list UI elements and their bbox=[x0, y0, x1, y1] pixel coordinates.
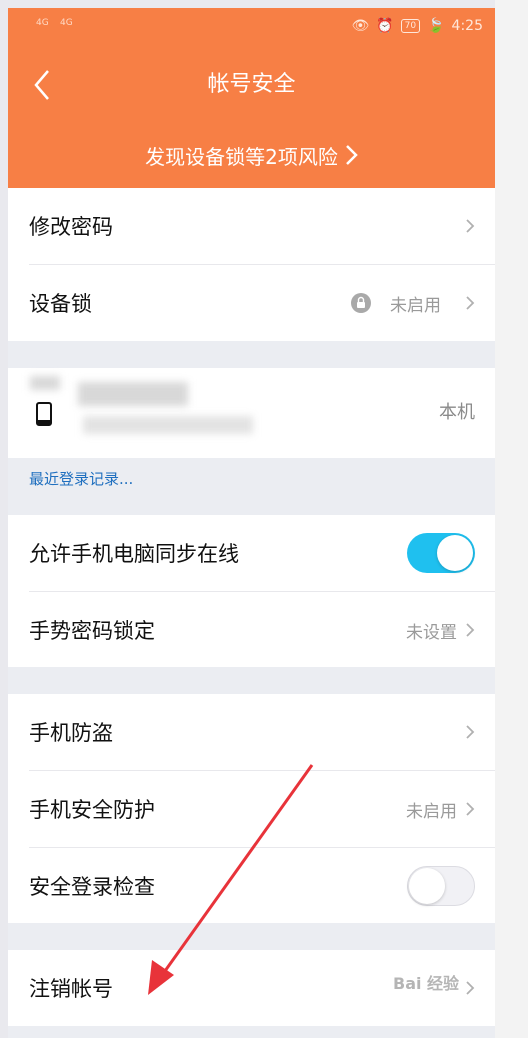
device-current-label: 本机 bbox=[439, 402, 475, 423]
chevron-right-icon bbox=[466, 296, 475, 310]
risk-banner[interactable]: 发现设备锁等2项风险 bbox=[8, 141, 495, 170]
blurred-device-name bbox=[78, 382, 188, 406]
leaf-icon: 🍃 bbox=[427, 18, 445, 34]
watermark: Bai 经验 bbox=[393, 974, 460, 993]
alarm-icon: ⏰ bbox=[376, 18, 394, 34]
risk-banner-label: 发现设备锁等2项风险 bbox=[145, 145, 338, 169]
row-label: 安全登录检查 bbox=[29, 875, 155, 899]
change-password-row[interactable]: 修改密码 bbox=[8, 188, 495, 264]
row-label: 手机防盗 bbox=[29, 721, 113, 745]
battery-icon: 70 bbox=[400, 19, 421, 33]
signal-icon-2: 4G bbox=[60, 18, 73, 28]
background-strip bbox=[495, 0, 528, 1038]
toggle-knob bbox=[409, 868, 445, 904]
device-lock-status: 未启用 bbox=[390, 295, 441, 316]
status-right: 👁 ⏰ 70 🍃 4:25 bbox=[351, 18, 483, 34]
row-label: 手势密码锁定 bbox=[29, 619, 155, 643]
chevron-right-icon bbox=[466, 219, 475, 233]
signal-icon: 4G bbox=[36, 18, 49, 28]
row-label: 允许手机电脑同步在线 bbox=[29, 542, 239, 566]
chevron-right-icon bbox=[345, 145, 358, 165]
chevron-right-icon bbox=[466, 981, 475, 995]
lock-icon bbox=[351, 293, 371, 313]
status-bar: 4G 4G 👁 ⏰ 70 🍃 4:25 bbox=[8, 8, 495, 48]
chevron-right-icon bbox=[466, 725, 475, 739]
gesture-lock-row[interactable]: 手势密码锁定 未设置 bbox=[8, 592, 495, 668]
header: 4G 4G 👁 ⏰ 70 🍃 4:25 帐号安全 发现设备锁等2项风险 bbox=[8, 8, 495, 188]
phone-screen: 4G 4G 👁 ⏰ 70 🍃 4:25 帐号安全 发现设备锁等2项风险 修改密码 bbox=[8, 8, 495, 1038]
toggle-knob bbox=[437, 535, 473, 571]
sync-online-toggle[interactable] bbox=[407, 533, 475, 573]
protection-section: 手机防盗 手机安全防护 未启用 安全登录检查 bbox=[8, 694, 495, 923]
recent-login-link[interactable]: 最近登录记录... bbox=[29, 468, 133, 489]
phone-icon bbox=[36, 402, 52, 426]
row-label: 手机安全防护 bbox=[29, 798, 155, 822]
page-title: 帐号安全 bbox=[207, 72, 296, 97]
row-label: 设备锁 bbox=[29, 292, 92, 316]
chevron-right-icon bbox=[466, 802, 475, 816]
device-section: 本机 bbox=[8, 368, 495, 458]
phone-protection-row[interactable]: 手机安全防护 未启用 bbox=[8, 771, 495, 847]
clock-time: 4:25 bbox=[451, 18, 483, 34]
row-label: 注销帐号 bbox=[29, 977, 113, 1001]
login-check-row: 安全登录检查 bbox=[8, 848, 495, 924]
device-lock-row[interactable]: 设备锁 未启用 bbox=[8, 265, 495, 341]
chevron-right-icon bbox=[466, 623, 475, 637]
login-check-toggle[interactable] bbox=[407, 866, 475, 906]
phone-protection-status: 未启用 bbox=[406, 801, 457, 822]
blurred-info bbox=[30, 376, 60, 390]
sync-online-row: 允许手机电脑同步在线 bbox=[8, 515, 495, 591]
eye-icon: 👁 bbox=[351, 18, 370, 34]
gesture-lock-status: 未设置 bbox=[406, 622, 457, 643]
sync-section: 允许手机电脑同步在线 手势密码锁定 未设置 bbox=[8, 515, 495, 667]
row-label: 修改密码 bbox=[29, 215, 113, 239]
security-section: 修改密码 设备锁 未启用 bbox=[8, 188, 495, 341]
anti-theft-row[interactable]: 手机防盗 bbox=[8, 694, 495, 770]
blurred-device-info bbox=[83, 416, 253, 434]
